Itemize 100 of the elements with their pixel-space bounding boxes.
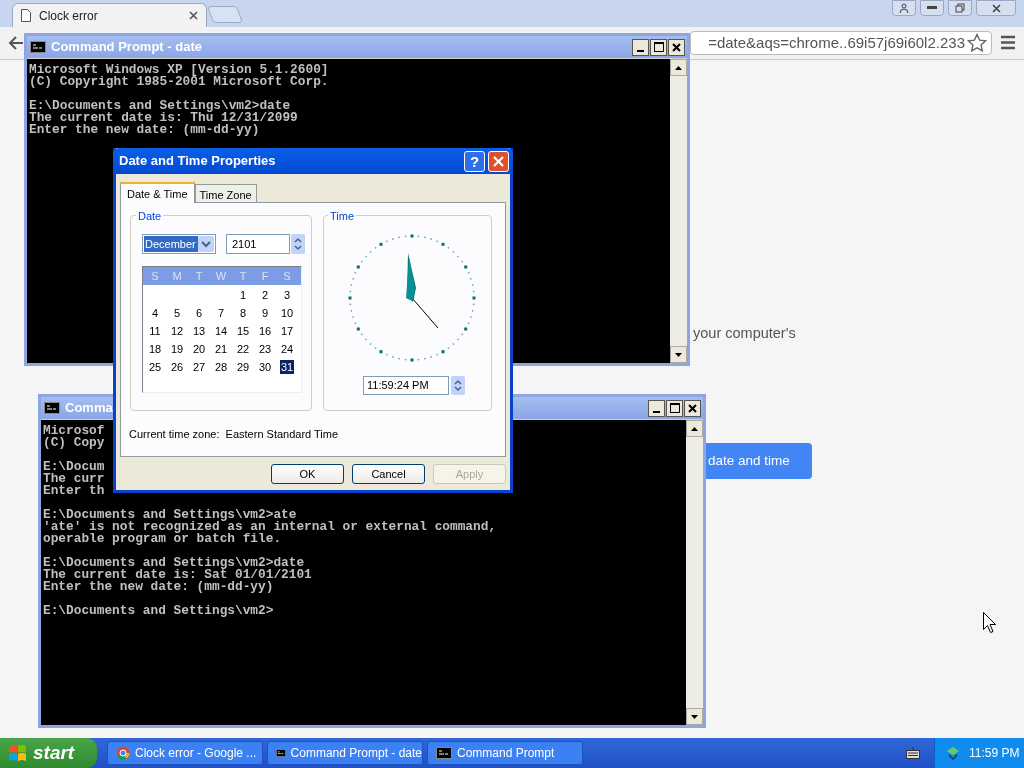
calendar-day[interactable]: 26	[169, 360, 185, 374]
weekday-label: S	[150, 268, 160, 284]
console-line: The current date is: Sat 01/01/2101	[43, 569, 312, 581]
set-date-button[interactable]: date and time	[706, 443, 812, 479]
maximize-button[interactable]	[650, 38, 667, 56]
time-field[interactable]: 11:59:24 PM	[363, 376, 449, 395]
down-arrow-icon[interactable]	[691, 714, 698, 719]
calendar-day[interactable]: 15	[235, 324, 251, 338]
calendar-day[interactable]: 17	[279, 324, 295, 338]
console-line: (C) Copyright 1985-2001 Microsoft Corp.	[29, 76, 329, 88]
profile-button[interactable]	[892, 0, 916, 16]
calendar-day[interactable]: 29	[235, 360, 251, 374]
console-line: Microsoft Windows XP [Version 5.1.2600]	[29, 64, 329, 76]
dialog-button[interactable]: Cancel	[352, 464, 425, 484]
restore-button[interactable]	[948, 0, 972, 16]
console-line: Enter the new date: (mm-dd-yy)	[43, 581, 274, 593]
back-arrow-icon[interactable]	[8, 35, 24, 51]
spinner-icon[interactable]	[451, 376, 465, 395]
calendar-day[interactable]: 22	[235, 342, 251, 356]
star-icon[interactable]	[967, 33, 987, 53]
time-zone-text: Current time zone: Eastern Standard Time	[129, 427, 339, 442]
console-line: Enter the new date: (mm-dd-yy)	[29, 124, 260, 136]
calendar-day[interactable]: 6	[194, 306, 204, 320]
minimize-icon	[927, 6, 937, 10]
close-button[interactable]	[668, 38, 685, 56]
calendar-day[interactable]: 31	[279, 360, 295, 374]
spinner-icon[interactable]	[291, 234, 305, 254]
calendar-day[interactable]: 8	[238, 306, 248, 320]
calendar-day[interactable]: 18	[147, 342, 163, 356]
calendar-day[interactable]: 7	[216, 306, 226, 320]
up-arrow-icon[interactable]	[675, 65, 682, 70]
calendar-day[interactable]: 3	[282, 288, 292, 302]
calendar-day[interactable]: 25	[147, 360, 163, 374]
dialog-tab[interactable]: Date & Time	[120, 182, 195, 203]
console-line: E:\Documents and Settings\vm2>ate	[43, 509, 297, 521]
calendar-day[interactable]: 30	[257, 360, 273, 374]
console-icon	[44, 402, 60, 414]
year-field[interactable]: 2101	[226, 234, 290, 254]
console-line: E:\Docum	[43, 461, 105, 473]
mouse-pointer-icon	[983, 612, 996, 633]
calendar-day[interactable]: 27	[191, 360, 207, 374]
up-arrow-icon[interactable]	[691, 426, 698, 431]
calendar-day[interactable]: 11	[148, 324, 162, 338]
help-button[interactable]: ?	[464, 150, 485, 172]
calendar-day[interactable]: 19	[169, 342, 185, 356]
minimize-button[interactable]	[648, 399, 665, 417]
console-line: Microsof	[43, 425, 105, 437]
calendar-day[interactable]: 14	[213, 324, 229, 338]
keyboard-icon[interactable]	[906, 747, 920, 759]
browser-tab[interactable]: Clock error	[12, 3, 207, 27]
close-icon	[672, 42, 681, 52]
calendar-day[interactable]: 2	[260, 288, 270, 302]
close-icon	[991, 3, 1001, 13]
calendar-day[interactable]: 23	[257, 342, 273, 356]
console-line: operable program or batch file.	[43, 533, 282, 545]
calendar-day[interactable]: 10	[279, 306, 295, 320]
console-icon	[436, 747, 452, 759]
console-line: The curr	[43, 473, 105, 485]
down-arrow-icon[interactable]	[675, 352, 682, 357]
scrollbar[interactable]	[686, 420, 703, 725]
network-icon[interactable]	[945, 745, 961, 761]
weekday-label: S	[282, 268, 292, 284]
menu-icon[interactable]	[1000, 35, 1016, 50]
start-button[interactable]: start	[0, 738, 97, 768]
close-button[interactable]	[684, 399, 701, 417]
calendar-day[interactable]: 1	[238, 288, 248, 302]
calendar-day[interactable]: 24	[279, 342, 295, 356]
calendar-day[interactable]: 21	[213, 342, 229, 356]
calendar-day[interactable]: 16	[257, 324, 273, 338]
minimize-button[interactable]	[920, 0, 944, 16]
address-bar[interactable]: =date&aqs=chrome..69i57j69i60l2.233	[690, 31, 992, 55]
taskbar-button[interactable]: Command Prompt	[427, 741, 583, 765]
dialog-tab[interactable]: Time Zone	[194, 184, 257, 202]
calendar-day[interactable]: 9	[260, 306, 270, 320]
taskbar-button[interactable]: Clock error - Google ...	[107, 741, 263, 765]
calendar-day[interactable]: 12	[169, 324, 185, 338]
weekday-label: T	[194, 268, 204, 284]
taskbar-button[interactable]: Command Prompt - date	[267, 741, 423, 765]
close-icon	[493, 155, 504, 167]
close-icon[interactable]	[189, 11, 198, 20]
maximize-icon	[669, 403, 680, 413]
calendar-day[interactable]: 20	[191, 342, 207, 356]
calendar-day[interactable]: 5	[172, 306, 182, 320]
weekday-label: T	[238, 268, 248, 284]
maximize-icon	[653, 42, 664, 52]
minimize-button[interactable]	[632, 38, 649, 56]
scrollbar[interactable]	[670, 59, 687, 363]
calendar-day[interactable]: 4	[150, 306, 160, 320]
calendar-day[interactable]: 28	[213, 360, 229, 374]
console-line: Enter th	[43, 485, 105, 497]
console-line: The current date is: Thu 12/31/2099	[29, 112, 298, 124]
console-icon	[30, 41, 46, 53]
maximize-button[interactable]	[666, 399, 683, 417]
page-text: your computer's	[693, 324, 796, 343]
month-dropdown[interactable]: December	[142, 234, 216, 254]
weekday-label: F	[260, 268, 270, 284]
close-icon	[688, 403, 697, 413]
console-icon	[276, 747, 286, 759]
dialog-button[interactable]: OK	[271, 464, 344, 484]
calendar-day[interactable]: 13	[191, 324, 207, 338]
